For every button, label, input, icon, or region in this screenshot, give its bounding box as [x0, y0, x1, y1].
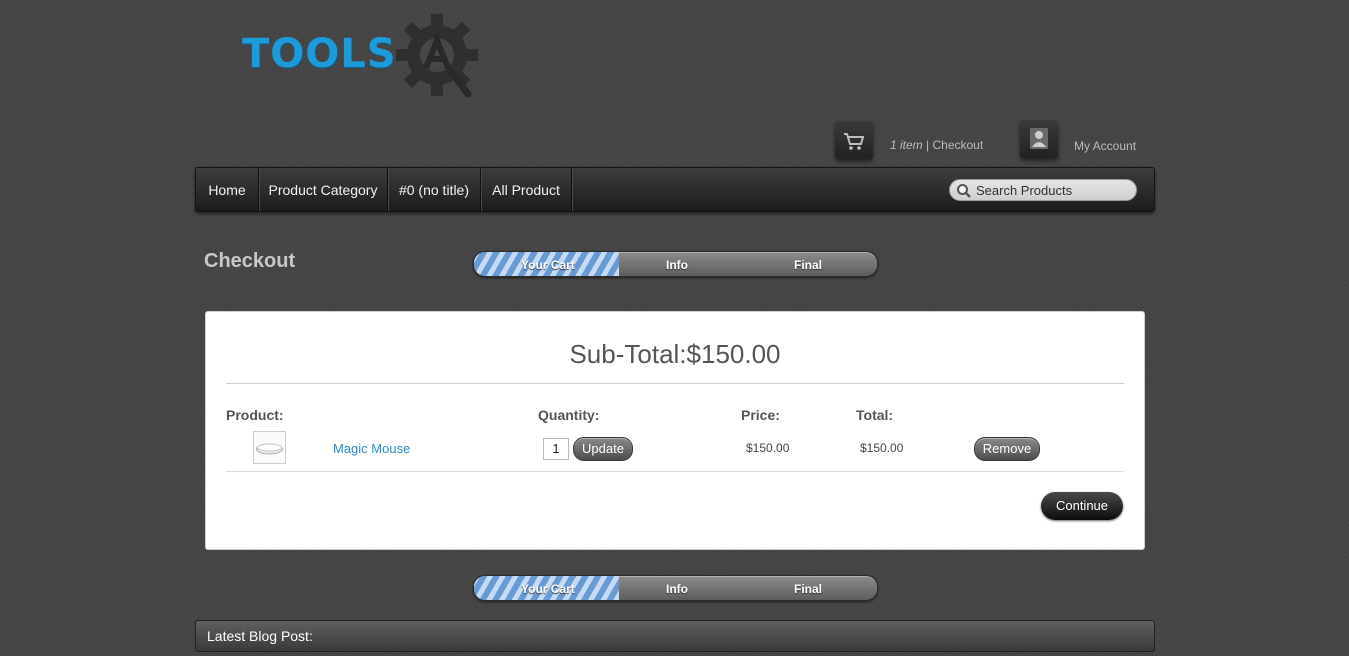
- nav-item-product-category[interactable]: Product Category: [259, 168, 388, 211]
- step-your-cart: Your Cart: [521, 258, 575, 272]
- checkout-steps-bottom: Your Cart Info Final: [473, 575, 878, 601]
- product-thumbnail[interactable]: [253, 431, 286, 464]
- cart-separator: |: [922, 138, 933, 152]
- shopping-cart-icon: [844, 133, 865, 150]
- search-icon: [957, 184, 971, 198]
- step-final: Final: [794, 258, 823, 272]
- my-account-link[interactable]: My Account: [1074, 139, 1136, 153]
- nav-item-home[interactable]: Home: [196, 168, 259, 211]
- header-price: Price:: [741, 407, 780, 423]
- account-icon[interactable]: [1020, 120, 1058, 158]
- nav-item-all-product[interactable]: All Product: [481, 168, 572, 211]
- site-logo[interactable]: TOOLS: [242, 10, 492, 102]
- divider: [226, 471, 1124, 472]
- latest-blog-bar: Latest Blog Post:: [195, 620, 1155, 652]
- subtotal: Sub-Total:$150.00: [569, 339, 781, 369]
- header-product: Product:: [226, 407, 284, 423]
- item-price: $150.00: [746, 441, 790, 455]
- nav-item-no-title[interactable]: #0 (no title): [388, 168, 481, 211]
- main-nav: Home Product Category #0 (no title) All …: [195, 167, 1155, 212]
- search-placeholder: Search Products: [976, 183, 1073, 198]
- continue-button[interactable]: Continue: [1041, 492, 1123, 520]
- step-your-cart: Your Cart: [521, 582, 575, 596]
- logo-text: TOOLS: [242, 31, 397, 77]
- gear-logo-icon: [396, 14, 478, 98]
- search-input[interactable]: Search Products: [949, 179, 1137, 201]
- checkout-link[interactable]: Checkout: [932, 138, 983, 152]
- latest-blog-title: Latest Blog Post:: [207, 628, 313, 644]
- step-final: Final: [794, 582, 823, 596]
- checkout-steps-top: Your Cart Info Final: [473, 251, 878, 277]
- step-info: Info: [666, 258, 688, 272]
- quantity-input[interactable]: 1: [543, 438, 569, 460]
- item-total: $150.00: [860, 441, 904, 455]
- divider: [226, 383, 1124, 384]
- header-quantity: Quantity:: [538, 407, 600, 423]
- remove-button[interactable]: Remove: [974, 437, 1040, 461]
- header-total: Total:: [856, 407, 894, 423]
- page-title: Checkout: [204, 250, 296, 272]
- step-info: Info: [666, 582, 688, 596]
- cart-summary: 1 item | Checkout: [890, 138, 983, 152]
- cart-panel: Sub-Total:$150.00 Product: Quantity: Pri…: [205, 311, 1145, 550]
- cart-item-count[interactable]: 1 item: [890, 138, 923, 152]
- cart-icon[interactable]: [835, 121, 873, 159]
- update-button[interactable]: Update: [573, 437, 633, 461]
- product-name-link[interactable]: Magic Mouse: [333, 441, 410, 456]
- mouse-image-icon: [256, 443, 283, 455]
- user-icon: [1030, 128, 1048, 149]
